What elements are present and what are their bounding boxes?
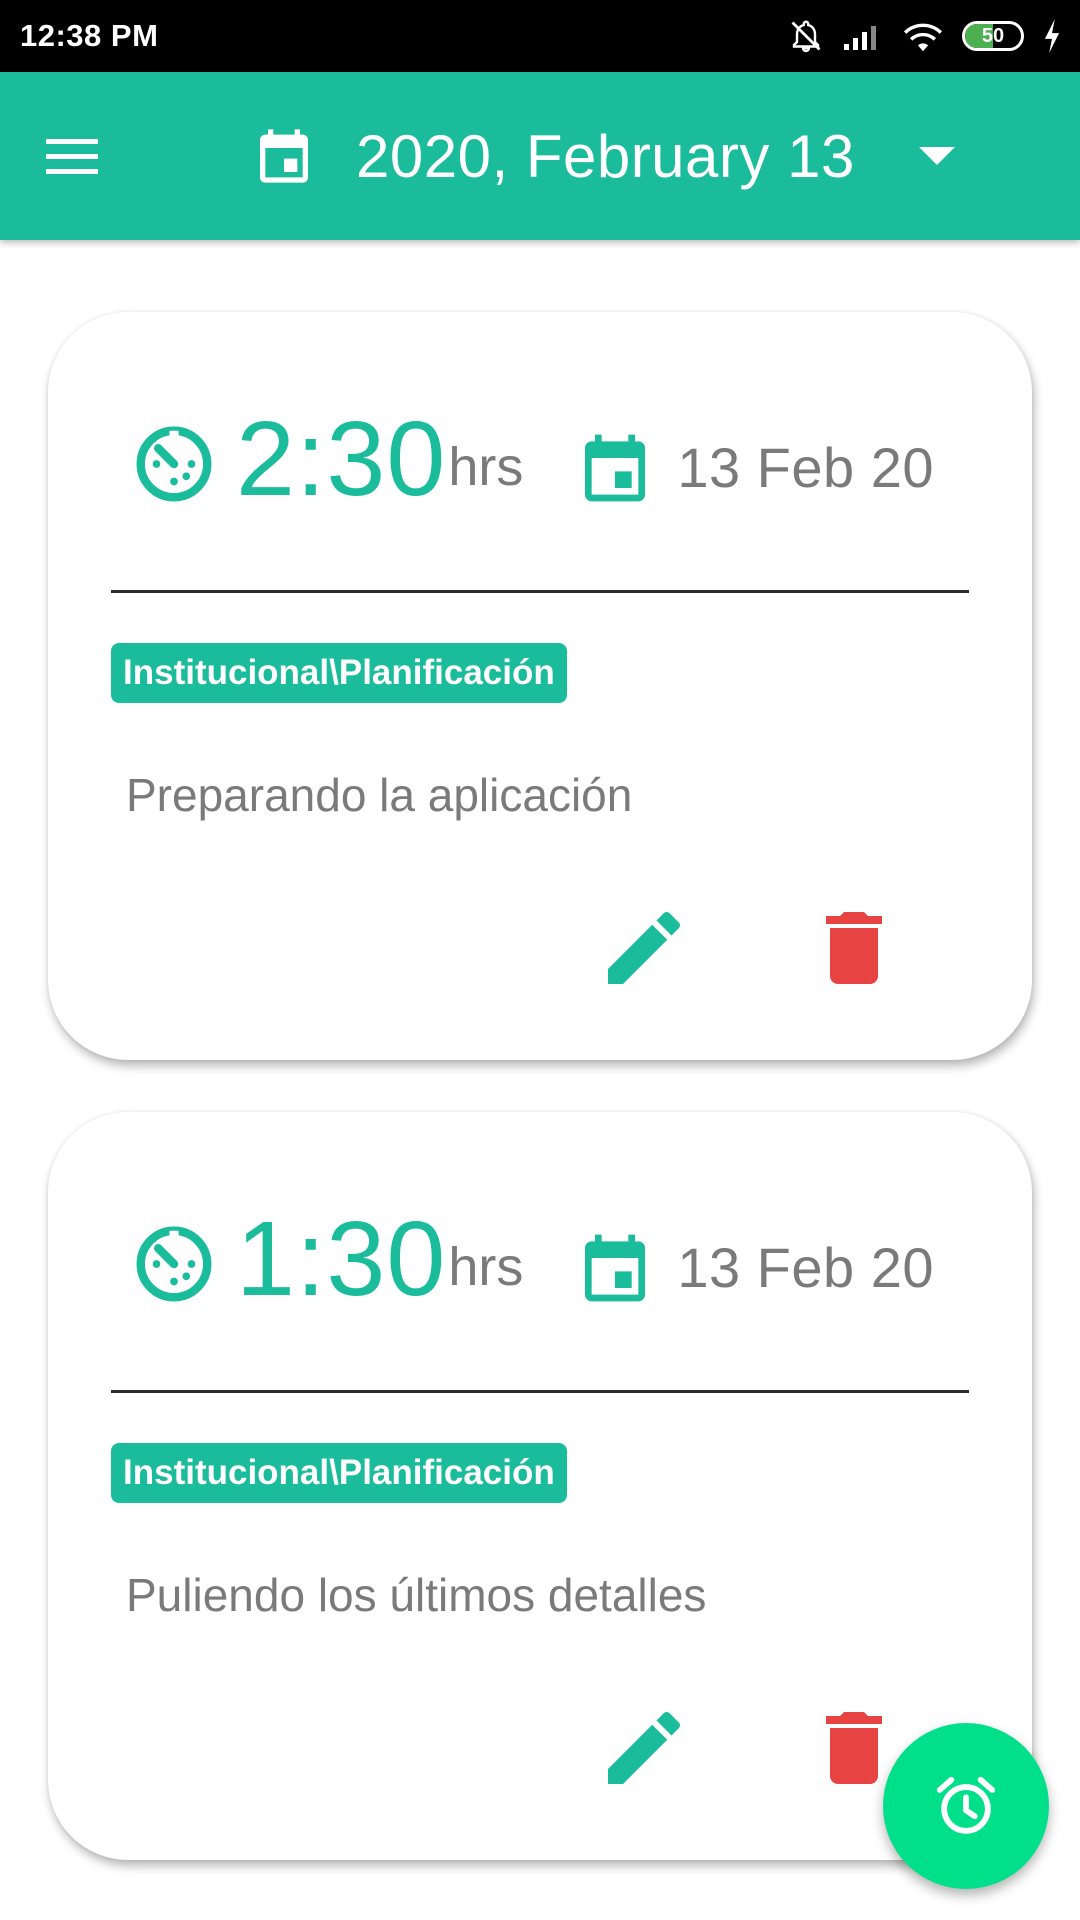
date-selector[interactable]: 2020, February 13: [252, 112, 955, 200]
entry-date-text: 13 Feb 20: [677, 436, 935, 499]
time-entry-card: 1:30 hrs 13 Feb 20 Institucional\Planifi…: [48, 1112, 1032, 1860]
entry-description: Puliendo los últimos detalles: [126, 1569, 707, 1621]
alarm-clock-icon: [936, 1776, 996, 1834]
add-timer-fab[interactable]: [883, 1723, 1049, 1889]
dropdown-caret-icon[interactable]: [918, 147, 955, 165]
menu-icon-line: [46, 153, 98, 159]
divider: [111, 590, 969, 593]
timer-icon: [136, 426, 212, 502]
duration-unit: hrs: [448, 437, 524, 497]
menu-icon-line: [46, 168, 98, 174]
entry-description: Preparando la aplicación: [126, 769, 633, 821]
entry-date: 13 Feb 20: [575, 1228, 934, 1312]
time-entry-card: 2:30 hrs 13 Feb 20 Institucional\Planifi…: [48, 312, 1032, 1060]
duration-unit: hrs: [448, 1237, 524, 1297]
category-tag: Institucional\Planificación: [111, 1443, 567, 1503]
calendar-icon: [260, 129, 308, 183]
entry-date-text: 13 Feb 20: [677, 1236, 935, 1299]
duration-value: 2:30: [236, 400, 447, 518]
menu-button[interactable]: [36, 124, 108, 188]
signal-icon: [844, 26, 876, 50]
calendar-icon: [585, 434, 646, 502]
entry-date: 13 Feb 20: [575, 428, 934, 512]
duration-value: 1:30: [236, 1200, 447, 1318]
timer-icon: [136, 1226, 212, 1302]
selected-date-title: 2020, February 13: [356, 122, 855, 190]
wifi-icon: [903, 23, 943, 52]
card-header: 2:30 hrs 13 Feb 20: [132, 402, 934, 512]
status-time: 12:38 PM: [20, 18, 159, 53]
charging-icon: [1044, 19, 1060, 53]
delete-icon[interactable]: [806, 900, 902, 996]
app-bar: 2020, February 13: [0, 72, 1080, 240]
status-bar: 12:38 PM 50: [0, 0, 1080, 72]
calendar-icon: [585, 1234, 646, 1302]
battery-level: 50: [981, 24, 1005, 47]
notifications-off-icon: [791, 20, 821, 53]
divider: [111, 1390, 969, 1393]
menu-icon-line: [46, 138, 98, 144]
edit-icon[interactable]: [596, 1700, 692, 1796]
card-header: 1:30 hrs 13 Feb 20: [132, 1202, 934, 1312]
battery-icon: 50: [962, 21, 1024, 51]
edit-icon[interactable]: [596, 900, 692, 996]
category-tag: Institucional\Planificación: [111, 643, 567, 703]
status-icons: 50: [788, 18, 1062, 54]
